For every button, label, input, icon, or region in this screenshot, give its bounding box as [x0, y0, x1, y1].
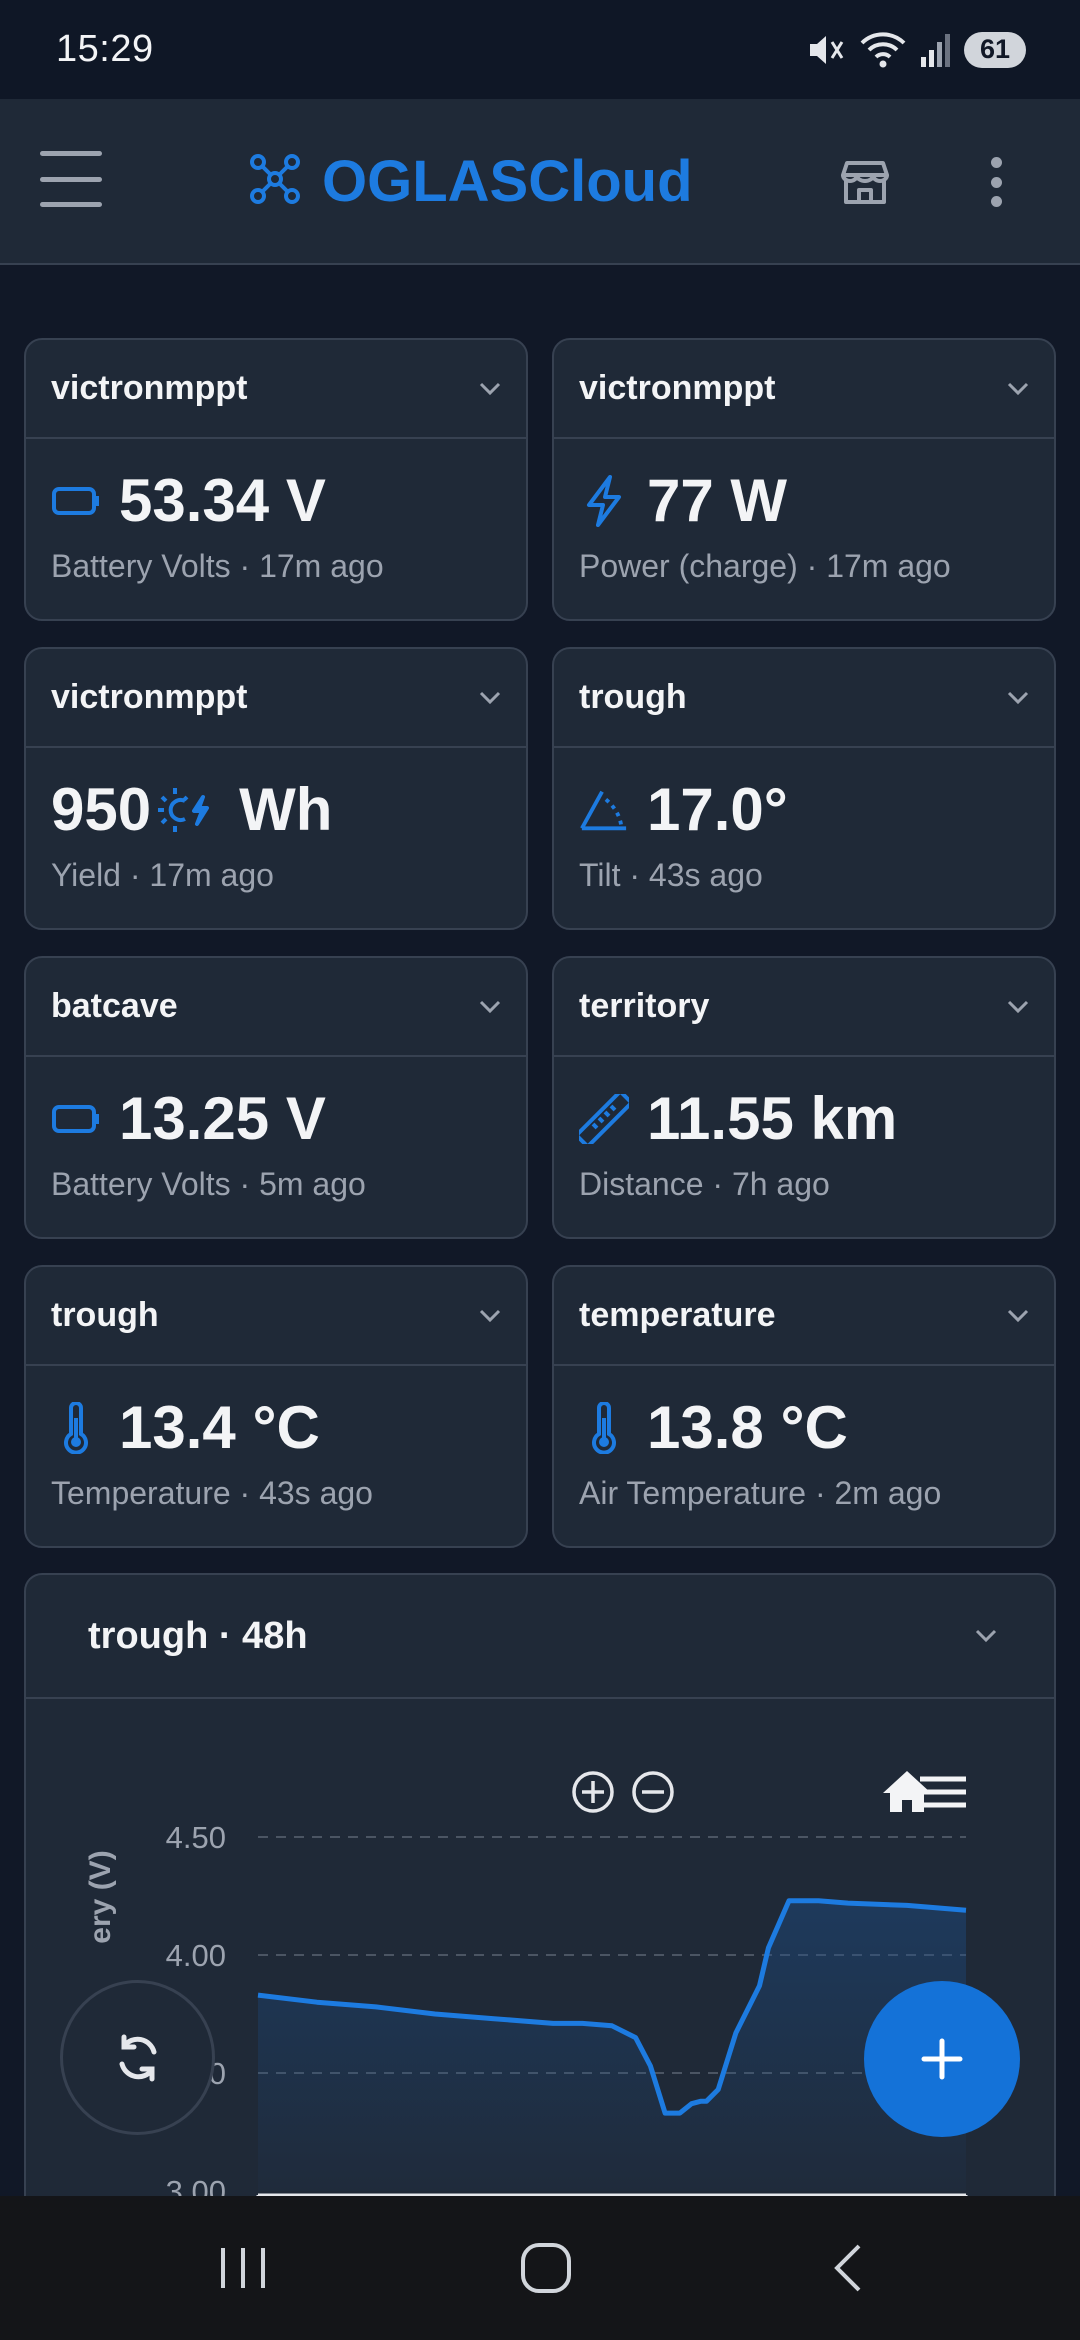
sensor-card[interactable]: territory 11.55 km Distance · 7h ago [552, 956, 1056, 1239]
system-nav-bar [0, 2196, 1080, 2340]
sensor-subtitle: Temperature · 43s ago [51, 1475, 373, 1511]
device-name: trough [579, 678, 687, 716]
device-name: trough [51, 1296, 159, 1334]
sensor-value: 77 W [647, 467, 788, 534]
sun-bolt-icon [155, 785, 213, 835]
refresh-button[interactable] [60, 1980, 215, 2135]
angle-icon [579, 785, 629, 835]
chart-menu-icon[interactable] [920, 1776, 966, 1808]
sensor-unit: Wh [239, 776, 333, 843]
back-icon[interactable] [799, 2236, 899, 2300]
battery-icon: 61 [964, 31, 1026, 68]
home-icon[interactable] [496, 2236, 596, 2300]
chart-title: trough · 48h [88, 1614, 308, 1657]
add-button[interactable] [864, 1981, 1020, 2137]
device-name: victronmppt [51, 678, 248, 716]
signal-icon [920, 33, 950, 67]
sensor-value: 13.8 °C [647, 1394, 848, 1461]
chart-area [258, 1900, 966, 2191]
menu-icon[interactable] [40, 151, 102, 207]
device-name: victronmppt [579, 369, 776, 407]
store-icon[interactable] [840, 157, 890, 207]
card-header[interactable]: batcave [26, 958, 526, 1057]
device-name: territory [579, 987, 710, 1025]
app-header: OGLASCloud [0, 99, 1080, 265]
chevron-down-icon[interactable] [1004, 1302, 1032, 1330]
sensor-value: 950 [51, 776, 152, 843]
app-title: OGLASCloud [322, 148, 693, 214]
sensor-card[interactable]: batcave 13.25 V Battery Volts · 5m ago [24, 956, 528, 1239]
y-tick-label: 4.00 [166, 1938, 226, 1973]
sensor-card[interactable]: victronmppt 950 Wh Yield · 17m ago [24, 647, 528, 930]
sensor-subtitle: Battery Volts · 17m ago [51, 548, 384, 584]
sensor-subtitle: Air Temperature · 2m ago [579, 1475, 942, 1511]
card-header[interactable]: trough [554, 649, 1054, 748]
chevron-down-icon[interactable] [1004, 993, 1032, 1021]
sensor-card[interactable]: trough 17.0° Tilt · 43s ago [552, 647, 1056, 930]
device-name: batcave [51, 987, 178, 1025]
zoom-in-icon[interactable] [572, 1771, 614, 1813]
sensor-subtitle: Yield · 17m ago [51, 857, 274, 893]
card-header[interactable]: trough [26, 1267, 526, 1366]
sensor-value: 11.55 km [647, 1085, 898, 1152]
card-header[interactable]: victronmppt [554, 340, 1054, 439]
device-name: temperature [579, 1296, 776, 1334]
sensor-card[interactable]: trough 13.4 °C Temperature · 43s ago [24, 1265, 528, 1548]
mute-icon [806, 32, 846, 68]
sensor-value: 13.25 V [119, 1085, 326, 1152]
bolt-icon [579, 474, 629, 527]
battery-icon [51, 476, 101, 526]
refresh-icon [119, 2034, 156, 2081]
wifi-icon [860, 31, 906, 69]
sensor-value: 17.0° [647, 776, 788, 843]
chevron-down-icon[interactable] [476, 993, 504, 1021]
thermometer-icon [579, 1401, 629, 1454]
thermometer-icon [51, 1401, 101, 1454]
recents-icon[interactable] [193, 2236, 293, 2300]
y-tick-label: 4.50 [166, 1820, 226, 1855]
chart[interactable]: 4.504.0003.00 ery (V) [26, 1701, 1054, 2213]
card-header[interactable]: victronmppt [26, 649, 526, 748]
sensor-subtitle: Power (charge) · 17m ago [579, 548, 951, 584]
sensor-card[interactable]: victronmppt 77 W Power (charge) · 17m ag… [552, 338, 1056, 621]
status-bar: 15:29 61 [0, 0, 1080, 99]
device-name: victronmppt [51, 369, 248, 407]
more-vert-icon[interactable] [982, 157, 1010, 207]
y-axis-label: ery (V) [84, 1850, 117, 1943]
zoom-out-icon[interactable] [632, 1771, 674, 1813]
chart-card-header[interactable]: trough · 48h [26, 1575, 1054, 1699]
sensor-value: 53.34 V [119, 467, 326, 534]
chevron-down-icon[interactable] [972, 1622, 1000, 1650]
battery-icon [51, 1094, 101, 1144]
chevron-down-icon[interactable] [1004, 684, 1032, 712]
chevron-down-icon[interactable] [476, 684, 504, 712]
card-header[interactable]: temperature [554, 1267, 1054, 1366]
ruler-icon [579, 1093, 629, 1144]
sensor-value: 13.4 °C [119, 1394, 320, 1461]
chevron-down-icon[interactable] [476, 375, 504, 403]
status-icons: 61 [806, 31, 1026, 69]
sensor-card[interactable]: victronmppt 53.34 V Battery Volts · 17m … [24, 338, 528, 621]
sensor-subtitle: Distance · 7h ago [579, 1166, 830, 1202]
brand-logo-icon [246, 150, 304, 213]
sensor-subtitle: Tilt · 43s ago [579, 857, 763, 893]
plus-icon [921, 2038, 963, 2080]
chevron-down-icon[interactable] [476, 1302, 504, 1330]
chevron-down-icon[interactable] [1004, 375, 1032, 403]
sensor-card[interactable]: temperature 13.8 °C Air Temperature · 2m… [552, 1265, 1056, 1548]
brand: OGLASCloud [246, 143, 693, 219]
status-time: 15:29 [56, 28, 154, 70]
sensor-subtitle: Battery Volts · 5m ago [51, 1166, 366, 1202]
card-header[interactable]: victronmppt [26, 340, 526, 439]
card-header[interactable]: territory [554, 958, 1054, 1057]
